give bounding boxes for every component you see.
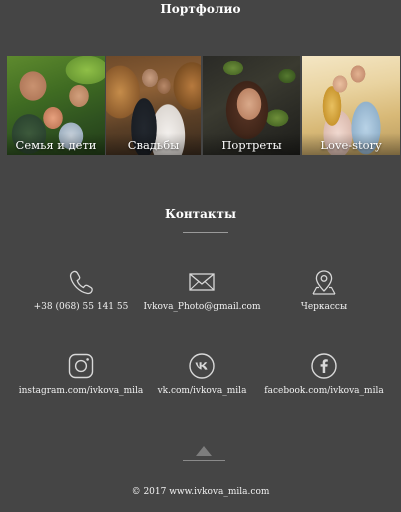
email-link[interactable]: Ivkova_Photo@gmail.com [135,302,269,312]
location-pin-icon [312,270,336,295]
contact-email: Ivkova_Photo@gmail.com [135,268,269,312]
scroll-top-underline [183,460,225,461]
portfolio-tile-label: Портреты [221,138,282,152]
contact-instagram: instagram.com/ivkova_mila [14,352,148,396]
portfolio-tile-label: Love-story [320,138,382,152]
contact-location: Черкассы [257,268,391,312]
portfolio-tile-weddings[interactable]: Свадьбы [106,56,201,155]
portfolio-tile-label: Семья и дети [15,138,97,152]
arrow-up-icon [196,446,212,456]
contact-vk: vk.com/ivkova_mila [135,352,269,396]
contact-facebook: facebook.com/ivkova_mila [257,352,391,396]
portfolio-tile-label: Свадьбы [127,138,180,152]
copyright-text: © 2017 www.ivkova_mila.com [131,487,270,497]
vk-icon [189,353,215,379]
instagram-icon [68,353,94,379]
contact-phone: +38 (068) 55 141 55 [14,268,148,312]
portfolio-title: Портфолио [160,2,241,16]
city-text: Черкассы [300,302,348,312]
instagram-link[interactable]: instagram.com/ivkova_mila [14,386,148,396]
facebook-icon [311,353,337,379]
vk-link[interactable]: vk.com/ivkova_mila [135,386,269,396]
phone-number[interactable]: +38 (068) 55 141 55 [14,302,148,312]
contacts-divider [183,232,228,233]
phone-icon [69,270,93,295]
portfolio-tile-family[interactable]: Семья и дети [7,56,105,155]
portfolio-gallery: Семья и дети Свадьбы Портреты Love-story [7,56,400,155]
scroll-to-top-button[interactable] [183,440,225,462]
portfolio-tile-love-story[interactable]: Love-story [302,56,400,155]
facebook-link[interactable]: facebook.com/ivkova_mila [257,386,391,396]
portfolio-tile-portraits[interactable]: Портреты [203,56,300,155]
mail-icon [189,273,215,291]
contacts-title: Контакты [164,207,237,221]
